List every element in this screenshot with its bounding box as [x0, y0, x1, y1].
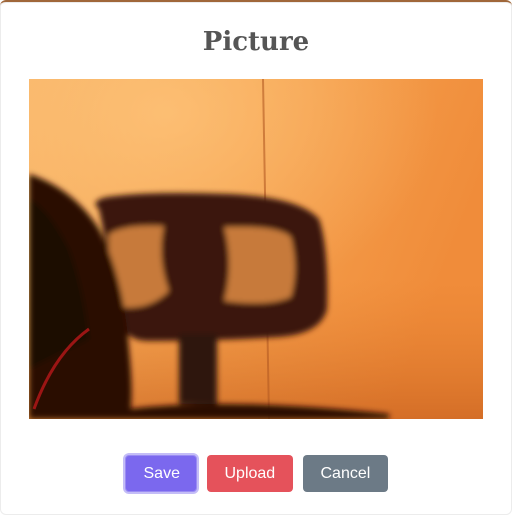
dialog-title: Picture [202, 27, 310, 57]
save-button[interactable]: Save [124, 455, 197, 492]
camera-preview-image [29, 79, 483, 419]
cancel-button[interactable]: Cancel [302, 455, 388, 492]
picture-dialog: Picture Save Upload Cancel [0, 0, 512, 515]
action-bar: Save Upload Cancel [0, 455, 512, 492]
upload-button[interactable]: Upload [206, 455, 293, 492]
